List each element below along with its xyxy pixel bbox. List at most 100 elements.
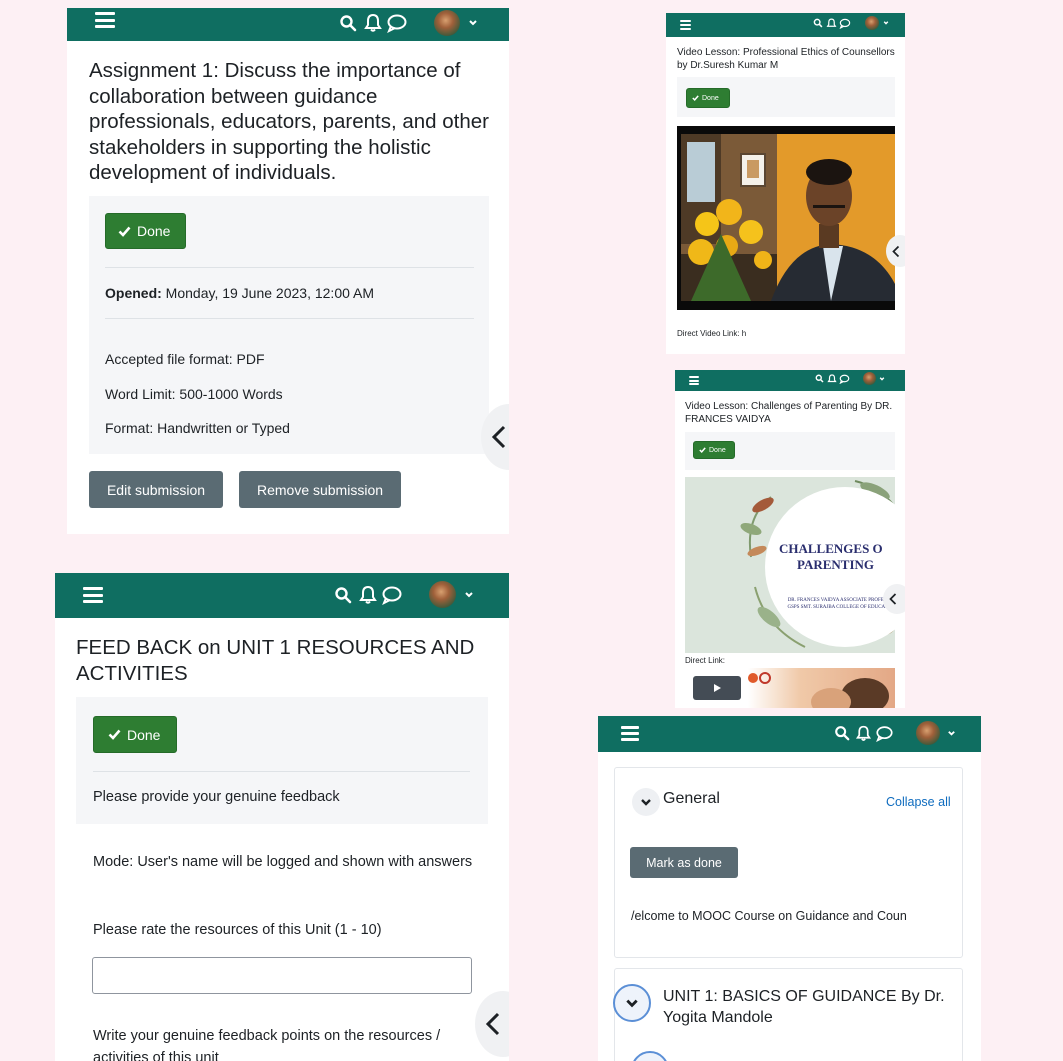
feedback-screenshot: FEED BACK on UNIT 1 RESOURCES AND ACTIVI… [55,573,509,1061]
poster-title-line2: PARENTING [797,557,875,572]
done-button[interactable]: Done [93,716,177,753]
page-title: Assignment 1: Discuss the importance of … [89,59,489,184]
write-feedback-question: Write your genuine feedback points on th… [93,1028,441,1061]
search-icon[interactable] [815,374,824,383]
opened-value: Monday, 19 June 2023, 12:00 AM [161,285,375,301]
chevron-left-icon [491,425,506,449]
video-player[interactable] [677,126,895,310]
opened-label: Opened: [105,285,162,301]
bell-icon[interactable] [827,373,837,384]
chevron-down-icon[interactable] [464,590,474,600]
divider [105,267,474,268]
section-toggle[interactable] [613,984,651,1022]
welcome-text: /elcome to MOOC Course on Guidance and C… [631,909,907,923]
bell-icon[interactable] [855,725,872,742]
hamburger-menu-icon[interactable] [83,587,103,603]
opened-date: Opened: Monday, 19 June 2023, 12:00 AM [105,285,374,301]
search-icon[interactable] [334,586,352,604]
done-button[interactable]: Done [105,213,186,249]
activity-information: Done [677,77,895,117]
bell-icon[interactable] [826,17,837,29]
user-avatar[interactable] [429,581,456,608]
drawer-toggle[interactable] [475,991,509,1057]
chevron-left-icon [485,1012,500,1036]
search-icon[interactable] [339,14,357,32]
unit1-section: UNIT 1: BASICS OF GUIDANCE By Dr. Yogita… [613,968,963,1061]
hamburger-menu-icon[interactable] [95,12,115,28]
search-icon[interactable] [813,18,823,28]
user-avatar[interactable] [434,10,460,36]
collapse-all-link[interactable]: Collapse all [886,795,951,809]
poster-title-line1: CHALLENGES O [779,541,883,556]
done-label: Done [702,94,719,102]
mark-as-done-button[interactable]: Mark as done [630,847,738,878]
speech-bubble-icon[interactable] [839,374,850,384]
hamburger-menu-icon[interactable] [621,726,639,741]
hamburger-menu-icon[interactable] [680,20,691,30]
check-icon [108,729,121,740]
remove-submission-button[interactable]: Remove submission [239,471,401,508]
hamburger-menu-icon[interactable] [689,376,699,385]
video-poster[interactable]: CHALLENGES O PARENTING DR. FRANCES VAIDY… [685,477,895,653]
poster-subtitle: DR. FRANCES VAIDYA ASSOCIATE PROFESSOR G… [787,598,895,610]
direct-video-link[interactable]: Direct Video Link: h [677,329,746,338]
page-title: Video Lesson: Professional Ethics of Cou… [677,47,895,71]
chevron-left-icon [892,245,900,257]
section-toggle[interactable] [631,1051,669,1061]
navbar-tools [339,10,478,36]
check-icon [699,447,706,453]
rate-input[interactable] [92,957,472,994]
edit-submission-button[interactable]: Edit submission [89,471,223,508]
play-icon [714,684,721,692]
navbar-tools [815,372,885,385]
done-label: Done [127,726,161,743]
play-button[interactable] [693,676,741,700]
chevron-down-icon[interactable] [883,20,889,26]
speech-bubble-icon[interactable] [839,18,851,29]
file-format-text: Accepted file format: PDF [105,351,265,367]
page-title: FEED BACK on UNIT 1 RESOURCES AND ACTIVI… [76,636,475,685]
bell-icon[interactable] [358,585,378,605]
feedback-intro: Please provide your genuine feedback [93,789,340,805]
check-icon [692,95,699,101]
speech-bubble-icon[interactable] [386,13,408,33]
navbar-tools [334,581,474,608]
chevron-down-icon [641,799,651,806]
search-icon[interactable] [834,725,850,741]
done-button[interactable]: Done [686,88,730,108]
done-button[interactable]: Done [693,441,735,459]
done-label: Done [709,446,726,454]
speech-bubble-icon[interactable] [875,725,894,742]
user-avatar[interactable] [916,721,940,745]
user-avatar[interactable] [863,372,876,385]
activity-information: Done Please provide your genuine feedbac… [76,697,488,824]
course-home-screenshot: General Collapse all Mark as done /elcom… [598,716,981,1061]
chevron-left-icon [889,593,897,605]
chevron-down-icon[interactable] [947,729,956,738]
navbar-tools [813,16,889,30]
section-toggle[interactable] [632,788,660,816]
user-avatar[interactable] [865,16,879,30]
video-parenting-screenshot: Video Lesson: Challenges of Parenting By… [675,370,905,708]
speech-bubble-icon[interactable] [381,585,403,605]
video-frame [681,134,895,301]
bell-icon[interactable] [363,13,383,33]
navbar [55,573,509,618]
video-ethics-screenshot: Video Lesson: Professional Ethics of Cou… [666,13,905,354]
unit1-section-title[interactable]: UNIT 1: BASICS OF GUIDANCE By Dr. Yogita… [663,987,958,1028]
general-section-title[interactable]: General [663,790,720,808]
assignment-screenshot: Assignment 1: Discuss the importance of … [67,8,509,534]
chevron-down-icon[interactable] [468,18,478,28]
divider [105,318,474,319]
drawer-toggle[interactable] [883,584,905,614]
direct-link[interactable]: Direct Link: [685,656,725,665]
word-limit-text: Word Limit: 500-1000 Words [105,386,283,402]
navbar-tools [834,721,956,745]
chevron-down-icon[interactable] [879,376,885,382]
chevron-down-icon [626,999,638,1008]
rate-question: Please rate the resources of this Unit (… [93,922,382,938]
activity-information: Done [685,432,895,470]
video-thumbnail[interactable] [685,668,895,708]
page-title: Video Lesson: Challenges of Parenting By… [685,401,893,425]
lecturer-video-image [681,134,895,301]
